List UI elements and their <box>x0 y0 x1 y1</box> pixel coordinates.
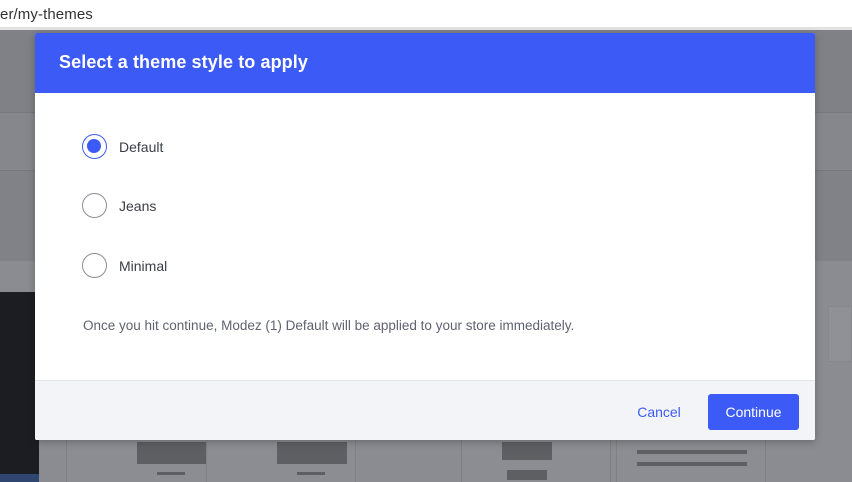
background-dark-panel <box>0 292 39 482</box>
option-default[interactable]: Default <box>82 134 382 160</box>
background-thumbnail <box>206 440 356 482</box>
radio-default[interactable] <box>82 134 107 159</box>
modal-title: Select a theme style to apply <box>59 52 308 72</box>
background-side-card <box>828 306 852 362</box>
modal-header: Select a theme style to apply <box>35 33 815 93</box>
continue-button[interactable]: Continue <box>708 394 799 430</box>
option-label: Jeans <box>119 198 157 214</box>
browser-address-bar[interactable]: er/my-themes <box>0 0 852 30</box>
option-minimal[interactable]: Minimal <box>82 253 382 279</box>
url-text[interactable]: er/my-themes <box>0 6 93 23</box>
background-thumbnail <box>616 440 766 482</box>
cancel-button[interactable]: Cancel <box>626 394 692 430</box>
radio-minimal[interactable] <box>82 253 107 278</box>
radio-jeans[interactable] <box>82 193 107 218</box>
option-label: Minimal <box>119 258 168 274</box>
apply-note: Once you hit continue, Modez (1) Default… <box>83 318 575 333</box>
option-jeans[interactable]: Jeans <box>82 193 382 219</box>
background-thumbnail <box>461 440 611 482</box>
radio-selected-dot <box>87 139 101 153</box>
theme-style-modal: Select a theme style to apply Default Je… <box>35 33 815 440</box>
background-thumbnail <box>66 440 216 482</box>
modal-footer: Cancel Continue <box>35 380 815 440</box>
background-theme-thumbnails <box>66 440 766 482</box>
option-label: Default <box>119 139 164 155</box>
